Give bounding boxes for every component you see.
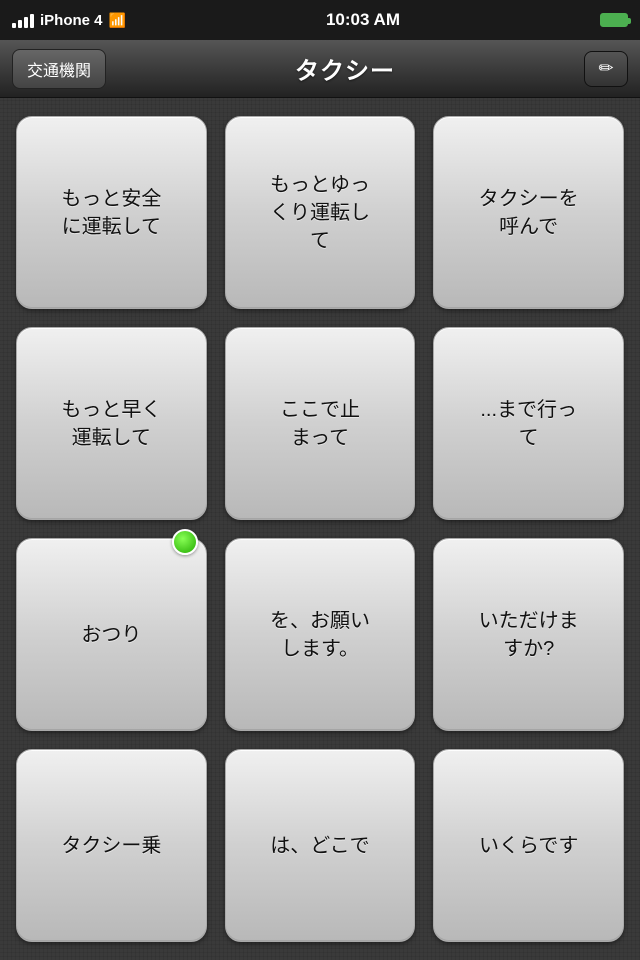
status-right <box>600 13 628 27</box>
phrase-button-12[interactable]: いくらです <box>433 749 624 942</box>
status-time: 10:03 AM <box>326 10 400 30</box>
phrase-button-6[interactable]: ...まで行っ て <box>433 327 624 520</box>
nav-title: タクシー <box>295 51 395 86</box>
phrase-button-10[interactable]: タクシー乗 <box>16 749 207 942</box>
device-name: iPhone 4 <box>40 12 103 29</box>
battery-icon <box>600 13 628 27</box>
wifi-icon: 📶 <box>109 12 126 29</box>
phrase-button-1[interactable]: もっと安全 に運転して <box>16 116 207 309</box>
back-button[interactable]: 交通機関 <box>12 49 106 89</box>
phrase-button-7[interactable]: おつり <box>16 538 207 731</box>
nav-bar: 交通機関 タクシー ✏ <box>0 40 640 98</box>
phrase-grid: もっと安全 に運転して もっとゆっ くり運転し て タクシーを 呼んで もっと早… <box>0 98 640 960</box>
phrase-button-2[interactable]: もっとゆっ くり運転し て <box>225 116 416 309</box>
phrase-button-5[interactable]: ここで止 まって <box>225 327 416 520</box>
status-bar: iPhone 4 📶 10:03 AM <box>0 0 640 40</box>
phrase-button-9[interactable]: いただけま すか? <box>433 538 624 731</box>
status-left: iPhone 4 📶 <box>12 12 126 29</box>
edit-button[interactable]: ✏ <box>584 51 628 87</box>
phrase-button-3[interactable]: タクシーを 呼んで <box>433 116 624 309</box>
signal-icon <box>12 12 34 28</box>
phrase-button-8[interactable]: を、お願い します。 <box>225 538 416 731</box>
pencil-icon: ✏ <box>598 58 613 79</box>
active-indicator <box>172 529 198 555</box>
phrase-button-4[interactable]: もっと早く 運転して <box>16 327 207 520</box>
phrase-button-11[interactable]: は、どこで <box>225 749 416 942</box>
